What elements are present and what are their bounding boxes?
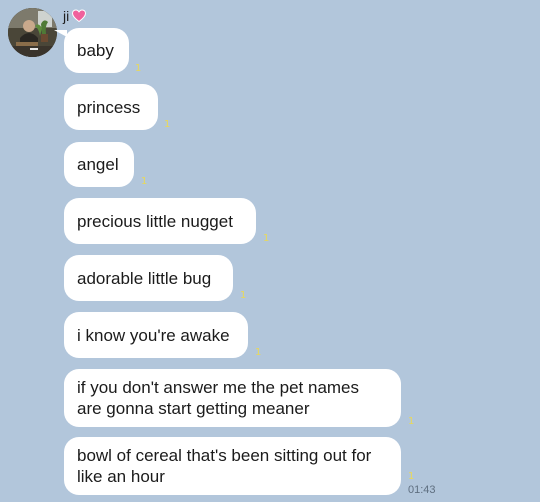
message-text: princess [77,97,141,117]
read-receipt: 1 [408,471,415,482]
message-text: baby [77,41,114,60]
read-receipt: 1 [408,416,415,427]
read-receipt: 1 [135,63,142,74]
pink-heart-icon [72,9,87,23]
message-bubble[interactable]: adorable little bug [64,255,233,301]
avatar[interactable] [8,8,57,57]
message-text: angel [77,155,119,174]
message-bubble[interactable]: i know you're awake [64,312,248,358]
message-text: if you don't answer me the pet names are… [77,378,360,418]
read-receipt: 1 [255,347,262,358]
message-bubble[interactable]: if you don't answer me the pet names are… [64,369,401,427]
message-bubble[interactable]: baby [64,28,129,73]
message-bubble[interactable]: bowl of cereal that's been sitting out f… [64,437,401,495]
sender-name-row: ji [63,7,87,25]
read-receipt: 1 [263,233,270,244]
read-receipt: 1 [141,176,148,187]
sender-name: ji [63,8,70,24]
message-bubble[interactable]: princess [64,84,158,130]
message-text: bowl of cereal that's been sitting out f… [77,446,372,486]
message-text: adorable little bug [77,268,212,288]
read-receipt: 1 [164,119,171,130]
message-timestamp: 01:43 [408,484,436,496]
avatar-photo [8,8,57,57]
read-receipt: 1 [240,290,247,301]
message-text: precious little nugget [77,211,233,231]
message-bubble[interactable]: angel [64,142,134,187]
message-text: i know you're awake [77,325,230,345]
message-bubble[interactable]: precious little nugget [64,198,256,244]
